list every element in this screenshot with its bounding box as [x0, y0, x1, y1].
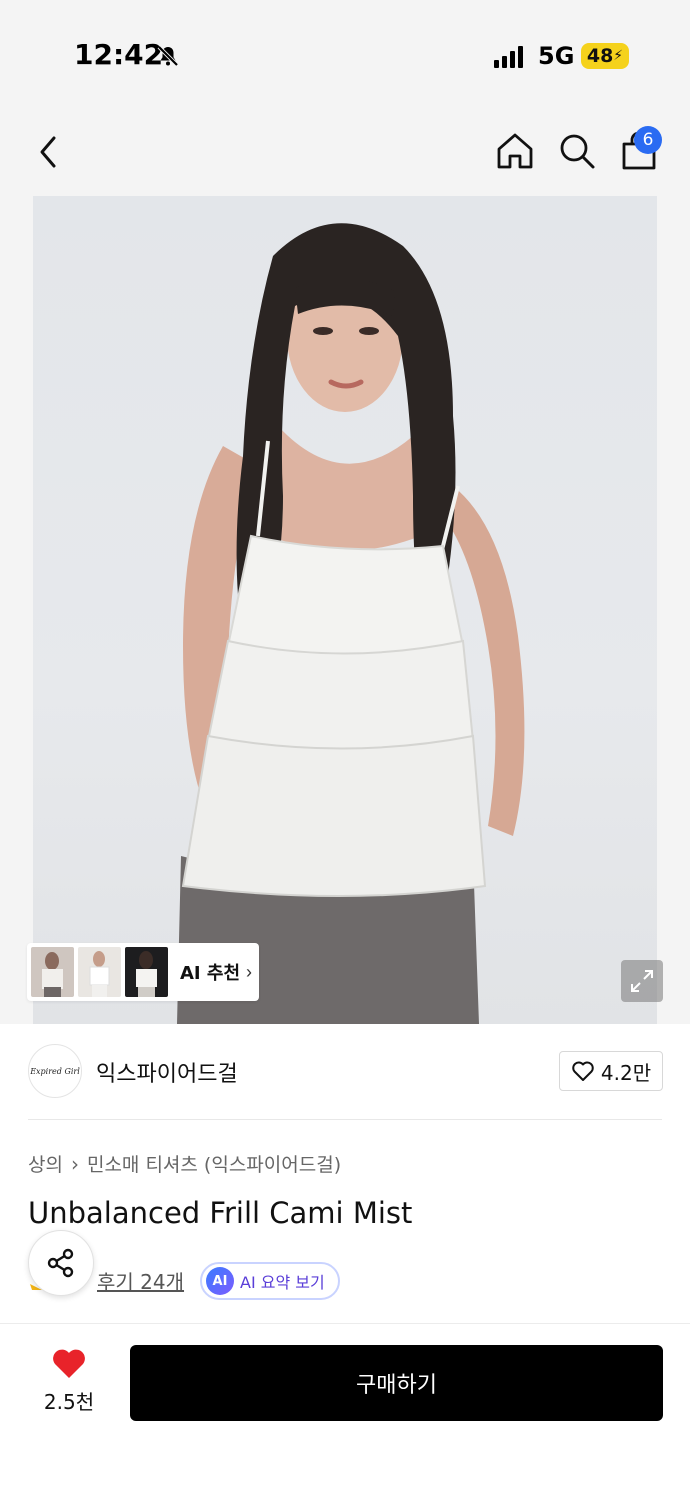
bottom-bar-divider — [0, 1323, 690, 1324]
wishlist-count: 2.5천 — [43, 1390, 95, 1414]
brand-logo-text: Expired Girl — [30, 1066, 80, 1076]
home-icon[interactable] — [494, 130, 536, 172]
breadcrumb-subcategory[interactable]: 민소매 티셔츠 (익스파이어드걸) — [87, 1150, 341, 1177]
product-image-carousel[interactable]: AI 추천 › — [0, 196, 690, 1024]
network-label: 5G — [538, 42, 575, 70]
share-icon — [47, 1248, 74, 1278]
status-time: 12:42 — [74, 38, 164, 71]
chevron-right-icon: › — [246, 961, 253, 982]
brand-row: Expired Girl 익스파이어드걸 4.2만 — [0, 1024, 690, 1120]
wishlist-button[interactable]: 2.5천 — [28, 1348, 110, 1420]
buy-button[interactable]: 구매하기 — [130, 1345, 663, 1421]
breadcrumb: 상의 › 민소매 티셔츠 (익스파이어드걸) — [28, 1150, 341, 1177]
cart-count-badge: 6 — [634, 126, 662, 154]
brand-like-button[interactable]: 4.2만 — [559, 1051, 663, 1091]
recommend-thumbnail — [78, 947, 121, 997]
ai-badge-icon: AI — [206, 1267, 234, 1295]
recommend-thumbnail — [31, 947, 74, 997]
product-detail-screen: 12:42 5G 48 ⚡ 6 AI 추천 › Expired Girl 익스파… — [0, 0, 690, 1500]
brand-like-count: 4.2만 — [600, 1060, 652, 1085]
breadcrumb-category[interactable]: 상의 — [28, 1150, 63, 1177]
brand-name[interactable]: 익스파이어드걸 — [96, 1056, 238, 1088]
chevron-right-icon: › — [70, 1151, 79, 1176]
reviews-link[interactable]: 후기 24개 — [97, 1266, 184, 1295]
status-bar: 12:42 5G 48 ⚡ — [0, 0, 690, 110]
share-button[interactable] — [28, 1230, 94, 1296]
ai-summary-label: AI 요약 보기 — [240, 1273, 325, 1292]
product-title: Unbalanced Frill Cami Mist — [28, 1196, 413, 1230]
back-arrow-icon[interactable] — [34, 132, 64, 172]
top-nav: 6 — [0, 110, 690, 196]
model-illustration — [177, 223, 525, 1024]
section-divider — [28, 1119, 662, 1120]
heart-outline-icon — [572, 1061, 594, 1081]
product-photo — [33, 196, 657, 1024]
charging-icon: ⚡ — [613, 48, 624, 64]
ai-recommend-label: AI 추천 — [180, 963, 241, 984]
brand-logo[interactable]: Expired Girl — [28, 1044, 82, 1098]
ai-summary-button[interactable]: AI AI 요약 보기 — [200, 1262, 340, 1300]
expand-image-button[interactable] — [621, 960, 663, 1002]
search-icon[interactable] — [556, 130, 598, 172]
recommend-thumbnail — [125, 947, 168, 997]
signal-icon — [494, 46, 523, 68]
battery-level: 48 — [586, 45, 614, 67]
battery-indicator: 48 ⚡ — [581, 43, 629, 69]
heart-filled-icon — [53, 1349, 85, 1378]
bell-off-icon — [157, 45, 179, 67]
expand-icon — [631, 970, 653, 992]
ai-recommend-button[interactable]: AI 추천 › — [27, 943, 259, 1001]
